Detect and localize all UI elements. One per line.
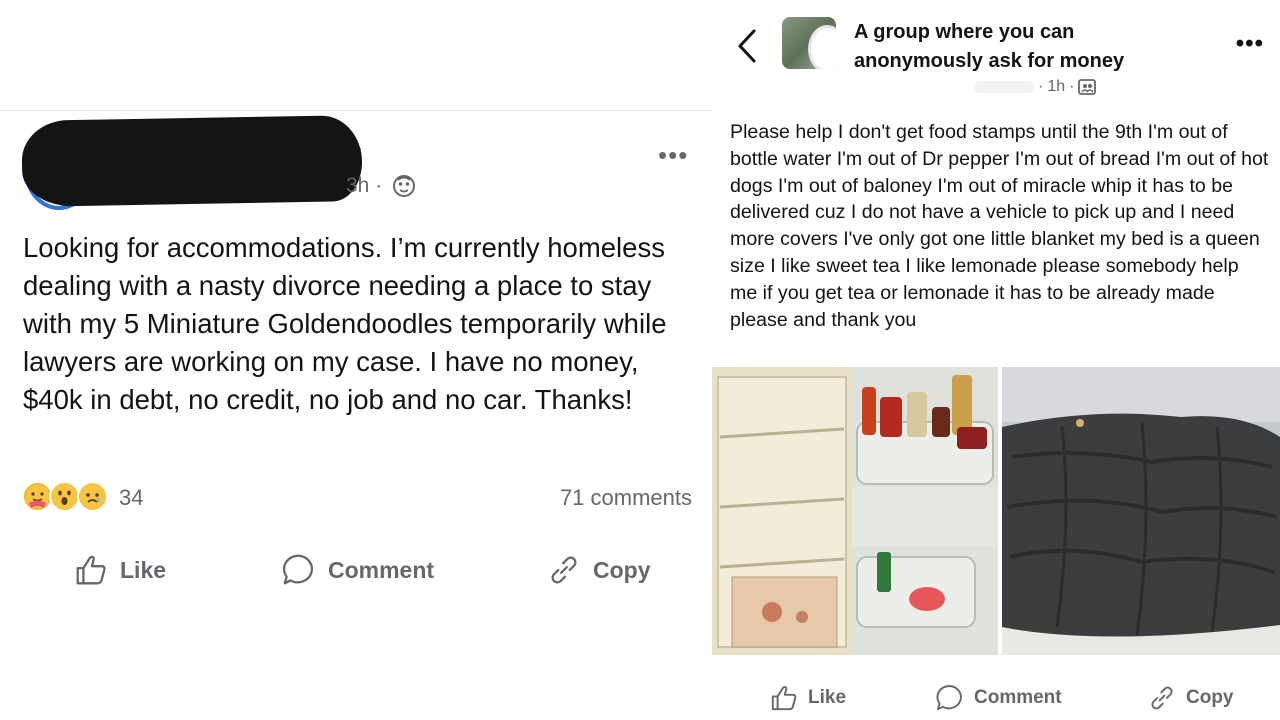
copy-button[interactable]: Copy [545, 548, 651, 592]
redacted-author [974, 81, 1034, 93]
post-body: Please help I don't get food stamps unti… [730, 121, 1269, 331]
globe-face-icon [393, 175, 415, 197]
group-name[interactable]: A group where you can anonymously ask fo… [854, 18, 1184, 76]
more-options-icon[interactable]: ••• [1236, 30, 1264, 58]
comment-label: Comment [328, 556, 435, 583]
post-actions-bar: Like Comment Copy [712, 678, 1280, 718]
like-button[interactable]: Like [72, 548, 166, 592]
author-name-tail: z [350, 140, 362, 167]
comment-bubble-icon [282, 554, 314, 585]
like-label: Like [808, 687, 847, 708]
link-icon [1151, 686, 1173, 710]
copy-button[interactable]: Copy [1146, 678, 1234, 718]
post-meta: · 1h · [974, 78, 1097, 96]
group-members-icon [1078, 79, 1097, 95]
comment-button[interactable]: Comment [934, 678, 1062, 718]
thumbs-up-icon [76, 555, 106, 585]
thumbs-up-icon [771, 686, 797, 711]
sad-reaction-icon [76, 481, 108, 512]
comment-label: Comment [974, 687, 1062, 708]
care-reaction-icon [22, 481, 53, 512]
reaction-icons[interactable] [22, 481, 108, 515]
like-label: Like [120, 556, 167, 583]
group-avatar[interactable] [782, 17, 836, 69]
copy-label: Copy [1186, 687, 1234, 708]
more-options-icon[interactable]: ••• [658, 140, 688, 171]
wow-reaction-icon [49, 481, 81, 512]
user-avatar-overlay [808, 25, 836, 69]
open-refrigerator-photo[interactable] [712, 367, 998, 655]
like-button[interactable]: Like [768, 678, 846, 718]
post-actions-bar: Like Comment Copy [0, 548, 712, 592]
divider [0, 110, 712, 111]
comment-button[interactable]: Comment [280, 548, 434, 592]
right-post-panel: A group where you can anonymously ask fo… [712, 0, 1280, 720]
left-post-panel: ributor z 3h · ••• Looking for accommoda… [0, 0, 712, 720]
copy-label: Copy [593, 556, 651, 583]
post-time[interactable]: 3h · [346, 174, 382, 198]
post-time[interactable]: 1h [1047, 78, 1065, 96]
link-icon [551, 556, 577, 584]
comment-bubble-icon [936, 685, 962, 711]
back-arrow-icon[interactable] [736, 28, 758, 64]
post-body: Looking for accommodations. I’m currentl… [23, 232, 667, 415]
gray-blanket-on-bed-photo[interactable] [1002, 367, 1280, 655]
reaction-count[interactable]: 34 [119, 485, 143, 511]
comment-count[interactable]: 71 comments [560, 485, 692, 511]
redacted-author-name [21, 115, 363, 207]
